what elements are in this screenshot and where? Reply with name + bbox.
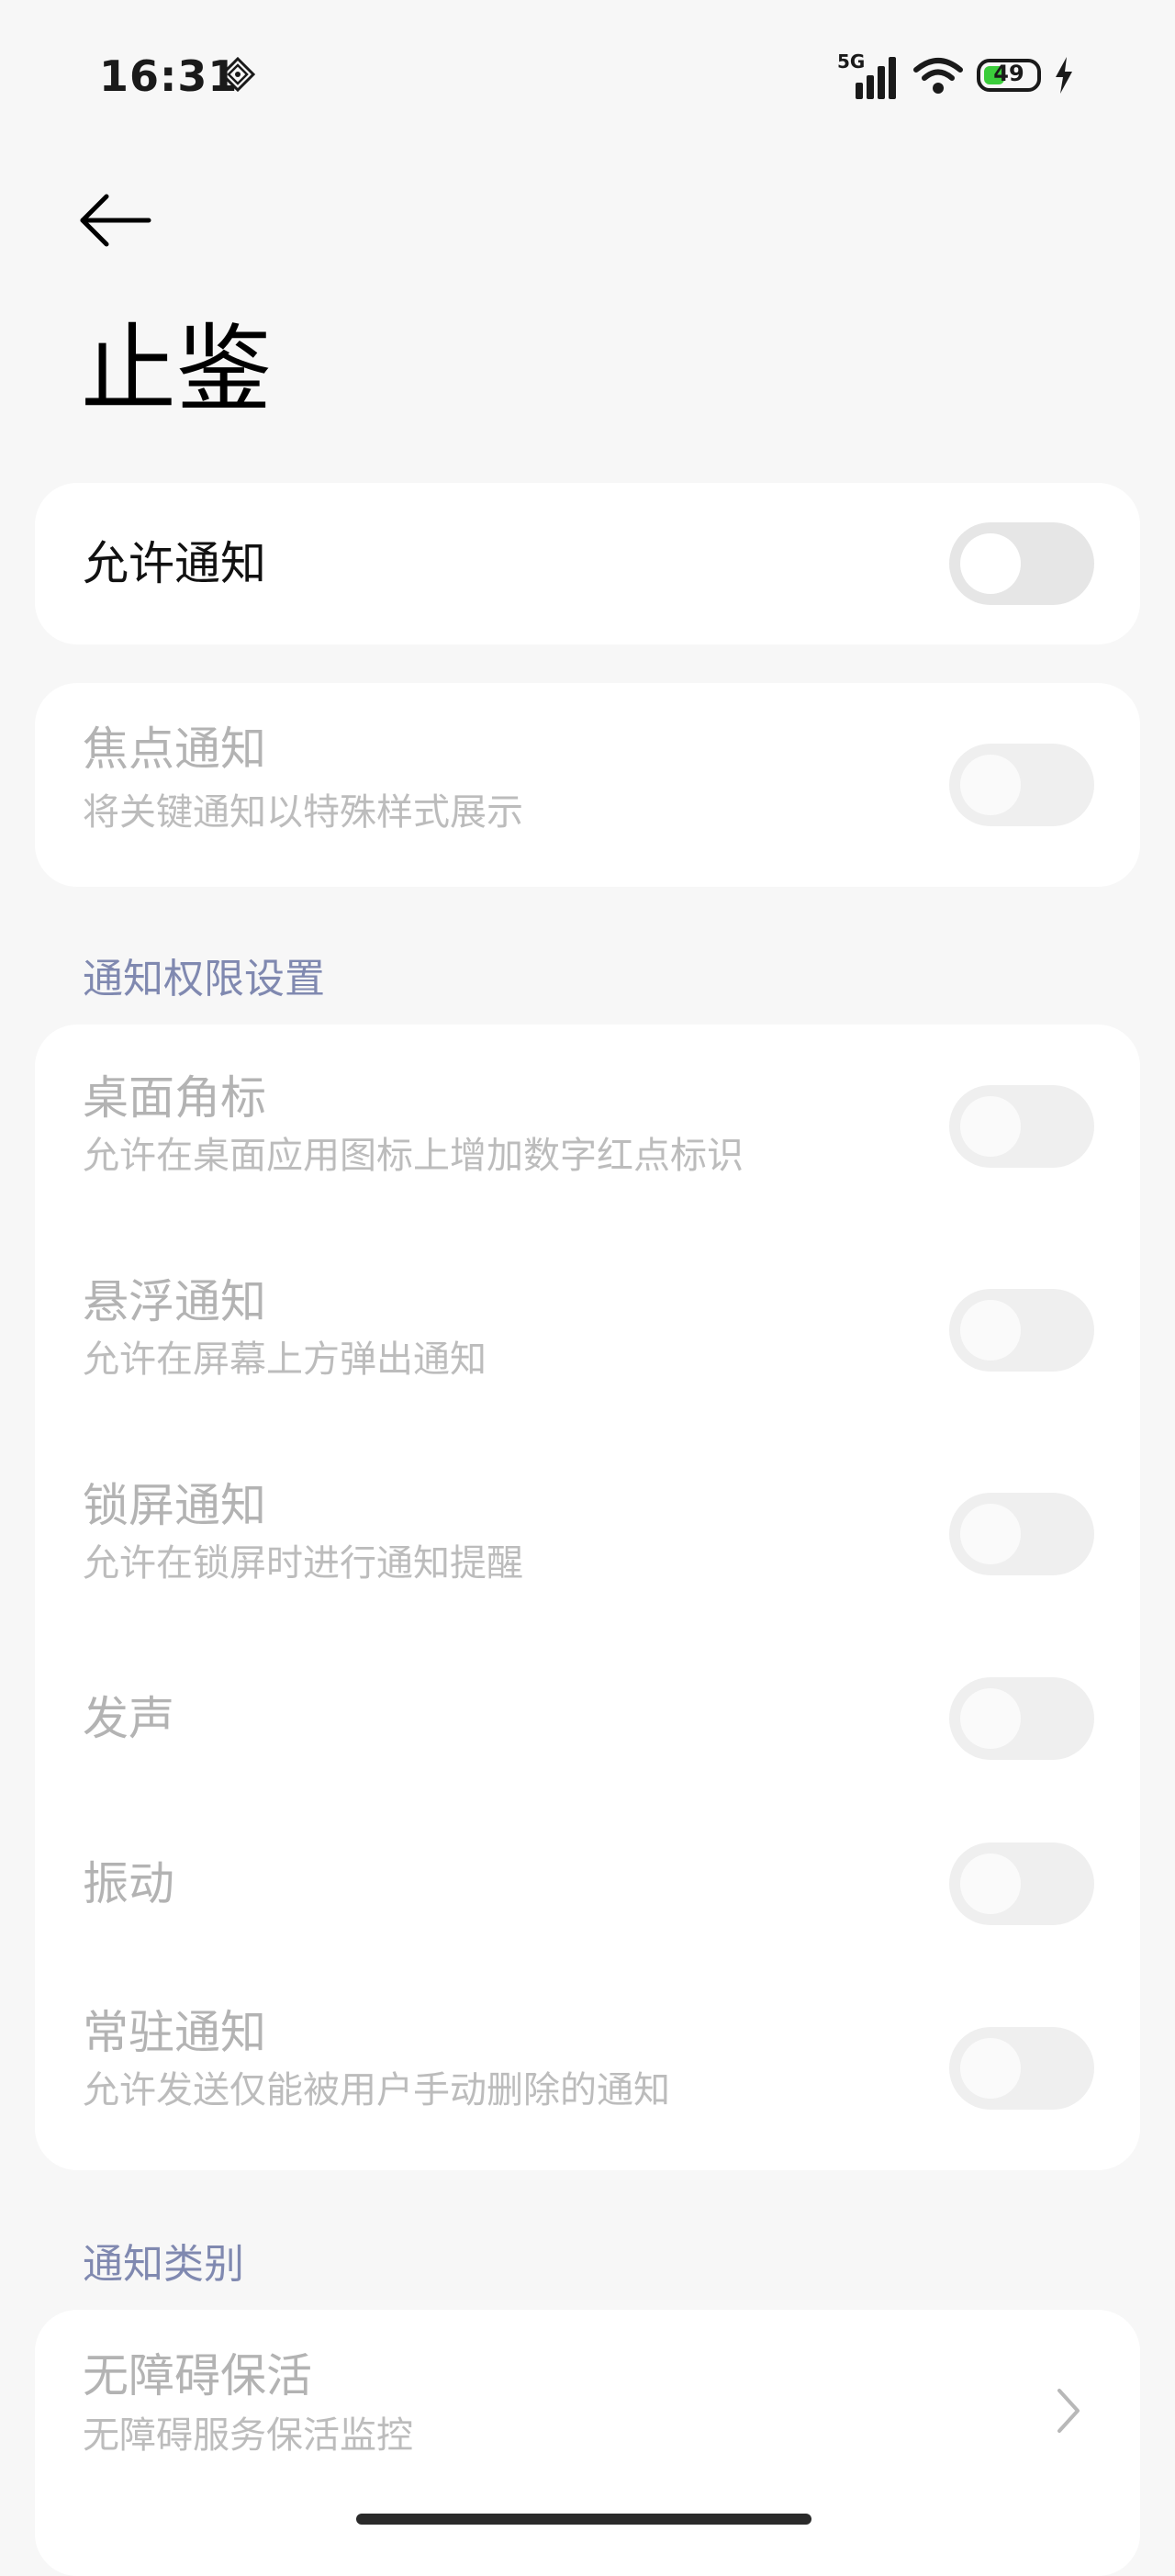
permission-row-badge[interactable]: 桌面角标 允许在桌面应用图标上增加数字红点标识 [35,1025,1140,1228]
focus-notification-description: 将关键通知以特殊样式展示 [83,791,523,834]
toggle-knob [960,755,1021,815]
permission-row-sound[interactable]: 发声 [35,1636,1140,1801]
permission-title: 桌面角标 [83,1071,266,1125]
permission-title: 振动 [83,1857,174,1910]
toggle-knob [960,2038,1021,2099]
allow-notifications-label: 允许通知 [83,537,266,590]
back-arrow-icon [80,194,151,247]
allow-notifications-row[interactable]: 允许通知 [35,483,1140,644]
focus-notification-row[interactable]: 焦点通知 将关键通知以特殊样式展示 [35,683,1140,887]
toggle-knob [960,1504,1021,1564]
permission-row-lockscreen[interactable]: 锁屏通知 允许在锁屏时进行通知提醒 [35,1432,1140,1636]
status-bar: 16:31 5G 49 [0,0,1175,156]
section-label-permissions: 通知权限设置 [83,956,325,1002]
battery-level: 49 [993,61,1024,86]
back-button[interactable] [73,184,165,257]
focus-notification-label: 焦点通知 [83,722,266,776]
allow-notifications-toggle[interactable] [949,522,1094,605]
permission-description: 允许在锁屏时进行通知提醒 [83,1542,523,1585]
charging-icon [1056,57,1072,94]
permission-description: 允许在屏幕上方弹出通知 [83,1338,487,1381]
battery-icon: 49 [977,59,1041,92]
permission-toggle[interactable] [949,1842,1094,1925]
toggle-knob [960,1688,1021,1749]
permissions-card: 桌面角标 允许在桌面应用图标上增加数字红点标识 悬浮通知 允许在屏幕上方弹出通知… [35,1025,1140,2170]
toggle-knob [960,1300,1021,1361]
signal-icon: 5G [837,50,896,99]
permission-row-floating[interactable]: 悬浮通知 允许在屏幕上方弹出通知 [35,1228,1140,1432]
permission-toggle[interactable] [949,1493,1094,1575]
toggle-knob [960,533,1021,594]
toggle-knob [960,1854,1021,1914]
permission-row-vibration[interactable]: 振动 [35,1801,1140,1966]
permission-title: 发声 [83,1692,174,1745]
home-indicator[interactable] [356,2514,811,2525]
permission-toggle[interactable] [949,1289,1094,1372]
categories-card: 无障碍保活 无障碍服务保活监控 [35,2310,1140,2576]
permission-toggle[interactable] [949,1085,1094,1168]
chevron-right-icon [1058,2389,1080,2433]
toggle-knob [960,1096,1021,1157]
category-row-accessibility[interactable]: 无障碍保活 无障碍服务保活监控 [35,2310,1140,2514]
section-label-categories: 通知类别 [83,2241,244,2288]
wifi-icon [913,58,963,94]
focus-notification-toggle[interactable] [949,744,1094,826]
permission-description: 允许在桌面应用图标上增加数字红点标识 [83,1135,744,1177]
status-time: 16:31 [99,51,239,101]
permission-title: 悬浮通知 [83,1275,266,1328]
page-title: 止鉴 [81,313,273,425]
app-notification-icon [220,57,255,92]
permission-description: 允许发送仅能被用户手动删除的通知 [83,2069,670,2111]
network-type: 5G [837,50,865,73]
category-description: 无障碍服务保活监控 [83,2414,413,2457]
permission-toggle[interactable] [949,2027,1094,2110]
allow-notifications-card: 允许通知 [35,483,1140,644]
focus-notification-card: 焦点通知 将关键通知以特殊样式展示 [35,683,1140,887]
permission-title: 常驻通知 [83,2006,266,2059]
permission-title: 锁屏通知 [83,1479,266,1532]
permission-toggle[interactable] [949,1677,1094,1760]
permission-row-persistent[interactable]: 常驻通知 允许发送仅能被用户手动删除的通知 [35,1966,1140,2170]
category-title: 无障碍保活 [83,2349,312,2402]
